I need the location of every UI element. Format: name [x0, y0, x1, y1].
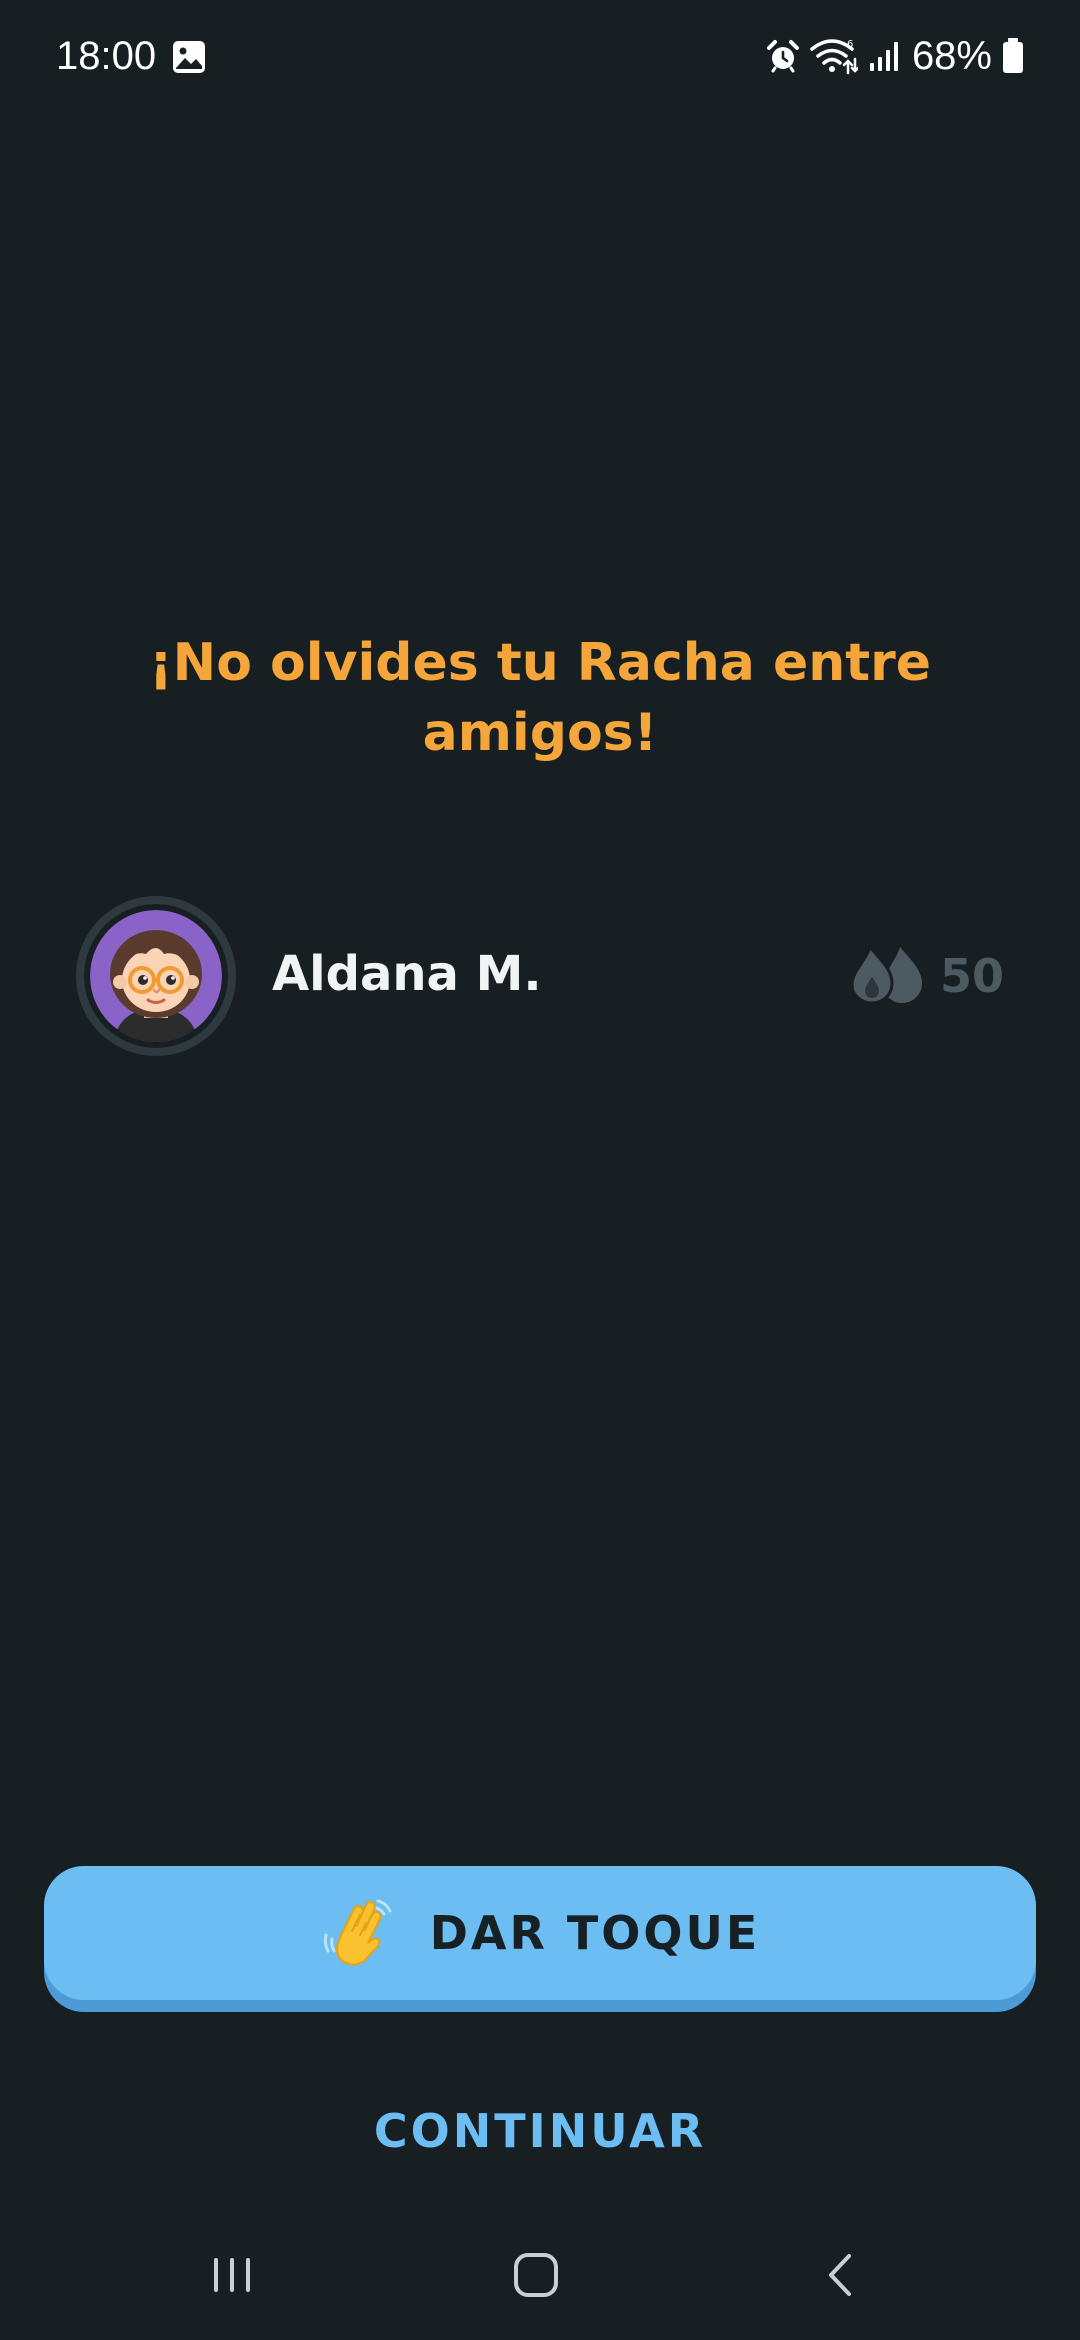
battery-icon [1002, 38, 1024, 74]
continue-button[interactable]: CONTINUAR [340, 2096, 740, 2166]
avatar-image [84, 904, 228, 1048]
friend-streak-reminder-screen: 18:00 6 68% ¡No olvides tu Racha entre a… [0, 0, 1080, 2340]
battery-percent: 68% [911, 34, 992, 78]
status-time: 18:00 [56, 34, 157, 78]
wifi-icon: 6 [810, 37, 858, 75]
poke-button-label: DAR TOQUE [429, 1906, 761, 1960]
status-indicators: 6 68% [766, 30, 1024, 82]
recents-icon[interactable] [192, 2242, 272, 2308]
svg-text:6: 6 [847, 39, 853, 50]
navigation-bar [0, 2220, 1080, 2340]
gallery-icon [172, 40, 206, 74]
friend-streak-flames-icon [846, 943, 924, 1009]
friend-name: Aldana M. [272, 946, 542, 1002]
back-icon[interactable] [800, 2242, 880, 2308]
waving-hand-icon [320, 1895, 396, 1971]
friend-streak: 50 [846, 936, 1004, 1016]
poke-button[interactable]: DAR TOQUE [44, 1866, 1036, 2012]
avatar[interactable] [76, 896, 236, 1056]
friend-row[interactable]: Aldana M. 50 [76, 896, 1004, 1056]
poke-button-face: DAR TOQUE [44, 1866, 1036, 2000]
alarm-icon [766, 39, 800, 73]
status-bar: 18:00 6 68% [0, 0, 1080, 110]
streak-count: 50 [939, 949, 1004, 1003]
headline: ¡No olvides tu Racha entre amigos! [148, 633, 932, 763]
signal-icon [868, 39, 898, 73]
home-icon[interactable] [496, 2242, 576, 2308]
